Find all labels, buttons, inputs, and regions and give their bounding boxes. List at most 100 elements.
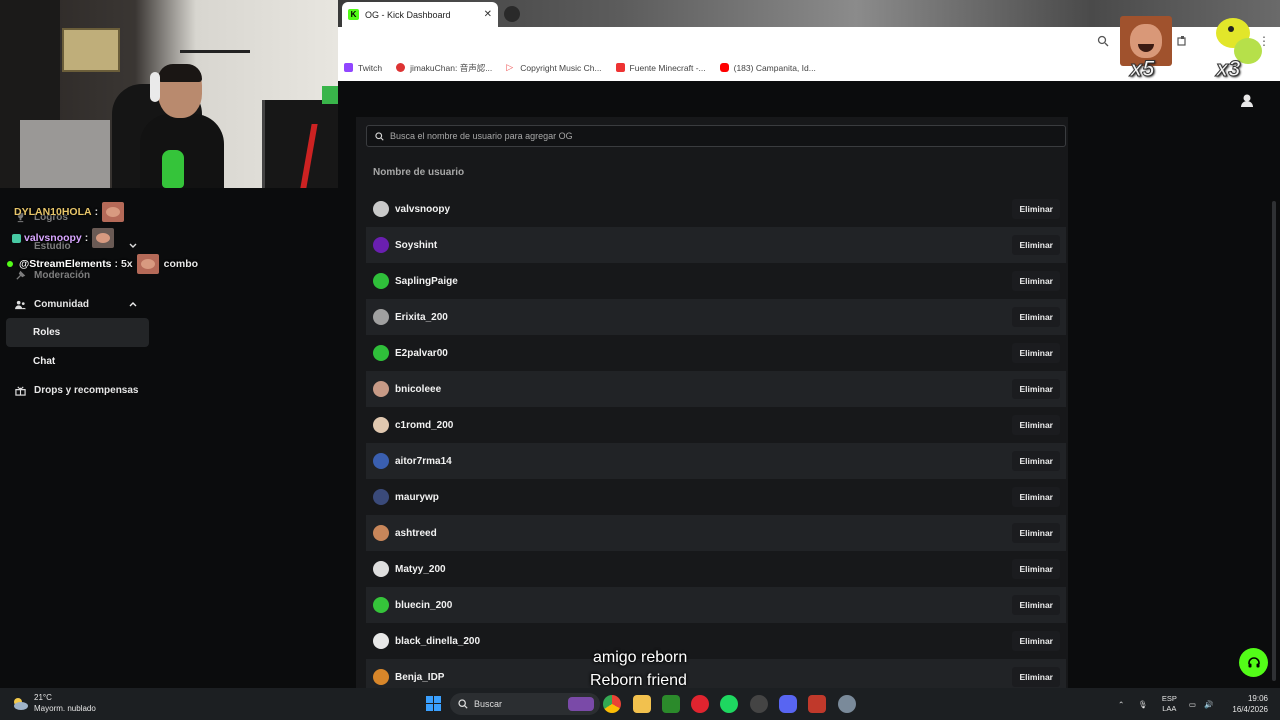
chat-emote: [136, 254, 159, 274]
taskbar-search[interactable]: Buscar: [450, 693, 600, 715]
og-search-input[interactable]: [390, 131, 990, 141]
user-avatar: [373, 525, 389, 541]
remove-og-button[interactable]: Eliminar: [1012, 343, 1060, 363]
username: Erixita_200: [395, 311, 448, 323]
remove-og-button[interactable]: Eliminar: [1012, 631, 1060, 651]
weather-temp: 21°C: [34, 693, 52, 702]
webcam-overlay: [0, 0, 338, 188]
gift-icon: [14, 384, 26, 396]
clock-date: 16/4/2026: [1232, 705, 1268, 714]
nav-roles[interactable]: Roles: [6, 318, 149, 347]
new-tab-button[interactable]: [504, 6, 520, 22]
opera-icon[interactable]: [691, 695, 709, 713]
remove-og-button[interactable]: Eliminar: [1012, 487, 1060, 507]
discord-icon[interactable]: [779, 695, 797, 713]
username: SaplingPaige: [395, 275, 458, 287]
og-user-row: bluecin_200 Eliminar: [366, 587, 1066, 623]
user-avatar: [373, 561, 389, 577]
username: Soyshint: [395, 239, 438, 251]
remove-og-button[interactable]: Eliminar: [1012, 595, 1060, 615]
og-user-row: SaplingPaige Eliminar: [366, 263, 1066, 299]
chat-emote: [102, 202, 125, 222]
remove-og-button[interactable]: Eliminar: [1012, 271, 1060, 291]
zoom-icon[interactable]: [1097, 35, 1109, 47]
support-chat-button[interactable]: [1239, 648, 1268, 677]
chat-separator: :: [84, 232, 89, 244]
remove-og-button[interactable]: Eliminar: [1012, 379, 1060, 399]
bookmark-label: Copyright Music Ch...: [520, 62, 602, 73]
emote-count: x5: [1129, 56, 1155, 82]
user-avatar: [373, 633, 389, 649]
user-avatar: [373, 669, 389, 685]
close-tab-icon[interactable]: ✕: [484, 9, 492, 20]
remove-og-button[interactable]: Eliminar: [1012, 451, 1060, 471]
remove-og-button[interactable]: Eliminar: [1012, 199, 1060, 219]
weather-widget[interactable]: 21°C Mayorm. nublado: [10, 692, 96, 714]
scrollbar[interactable]: [1272, 201, 1276, 681]
display-icon[interactable]: ▭: [1189, 700, 1196, 709]
chevron-up-icon[interactable]: [128, 299, 138, 309]
chevron-up-icon[interactable]: ⌃: [1118, 700, 1124, 709]
volume-icon[interactable]: 🔊: [1204, 700, 1213, 709]
chat-emote: [92, 228, 115, 248]
nav-chat[interactable]: Chat: [6, 347, 149, 376]
chat-message: DYLAN10HOLA :: [14, 202, 125, 222]
bookmark-fuente[interactable]: Fuente Minecraft -...: [615, 63, 706, 73]
jimaku-icon: [396, 63, 406, 72]
bookmark-jimaku[interactable]: jimakuChan: 音声認...: [396, 62, 492, 74]
clock-time: 19:06: [1247, 694, 1268, 703]
username: Matyy_200: [395, 563, 446, 575]
bookmark-campanita[interactable]: (183) Campanita, Id...: [719, 63, 816, 73]
nav-roles-label: Roles: [33, 327, 61, 338]
username: maurywp: [395, 491, 439, 503]
settings-icon[interactable]: [838, 695, 856, 713]
og-search-box[interactable]: [366, 125, 1066, 147]
remove-og-button[interactable]: Eliminar: [1012, 307, 1060, 327]
user-avatar: [373, 237, 389, 253]
remove-og-button[interactable]: Eliminar: [1012, 667, 1060, 687]
file-explorer-icon[interactable]: [633, 695, 651, 713]
chevron-down-icon[interactable]: [128, 241, 138, 251]
remove-og-button[interactable]: Eliminar: [1012, 415, 1060, 435]
bookmark-copyright[interactable]: ▷ Copyright Music Ch...: [506, 63, 601, 73]
bookmark-twitch[interactable]: Twitch: [344, 63, 382, 73]
chrome-icon[interactable]: [603, 695, 621, 713]
language-indicator[interactable]: ESP LAA: [1162, 694, 1177, 714]
remove-og-button[interactable]: Eliminar: [1012, 559, 1060, 579]
emote-count: x3: [1215, 56, 1241, 82]
og-user-row: maurywp Eliminar: [366, 479, 1066, 515]
remove-og-button[interactable]: Eliminar: [1012, 235, 1060, 255]
chat-message: valvsnoopy :: [12, 228, 115, 248]
minecraft-icon[interactable]: [662, 695, 680, 713]
chat-badge-icon: [12, 233, 21, 243]
user-avatar: [373, 273, 389, 289]
hair: [158, 64, 202, 82]
extensions-icon[interactable]: [1176, 35, 1188, 47]
chat-username: @StreamElements: [19, 258, 112, 270]
og-user-row: Matyy_200 Eliminar: [366, 551, 1066, 587]
cloud-icon: [14, 698, 28, 710]
og-user-row: Soyshint Eliminar: [366, 227, 1066, 263]
spotify-icon[interactable]: [720, 695, 738, 713]
start-button[interactable]: [426, 696, 441, 711]
remove-og-button[interactable]: Eliminar: [1012, 523, 1060, 543]
og-panel: Nombre de usuario valvsnoopyEliminarSoys…: [356, 117, 1068, 695]
column-header-username: Nombre de usuario: [373, 167, 465, 178]
app-icon[interactable]: [808, 695, 826, 713]
tab-title: OG - Kick Dashboard: [365, 9, 451, 20]
nav-comunidad[interactable]: Comunidad: [14, 293, 89, 315]
chat-combo: combo: [163, 258, 199, 270]
monitor: [262, 100, 338, 188]
microphone-icon[interactable]: 🎙: [1138, 700, 1148, 709]
tab-og-dashboard[interactable]: K OG - Kick Dashboard ✕: [342, 2, 498, 27]
og-user-row: black_dinella_200 Eliminar: [366, 623, 1066, 659]
clock[interactable]: 19:06 16/4/2026: [1228, 693, 1268, 715]
youtube-icon: [719, 63, 729, 72]
subtitle-spanish: amigo reborn: [593, 649, 688, 666]
bookmark-label: jimakuChan: 音声認...: [410, 62, 493, 73]
nav-chat-label: Chat: [33, 356, 56, 367]
avatar-icon[interactable]: [1240, 93, 1254, 107]
nav-drops[interactable]: Drops y recompensas: [14, 379, 139, 401]
screen: Logros Estudio Moderación Comunidad Role…: [0, 0, 1280, 720]
obs-icon[interactable]: [750, 695, 768, 713]
